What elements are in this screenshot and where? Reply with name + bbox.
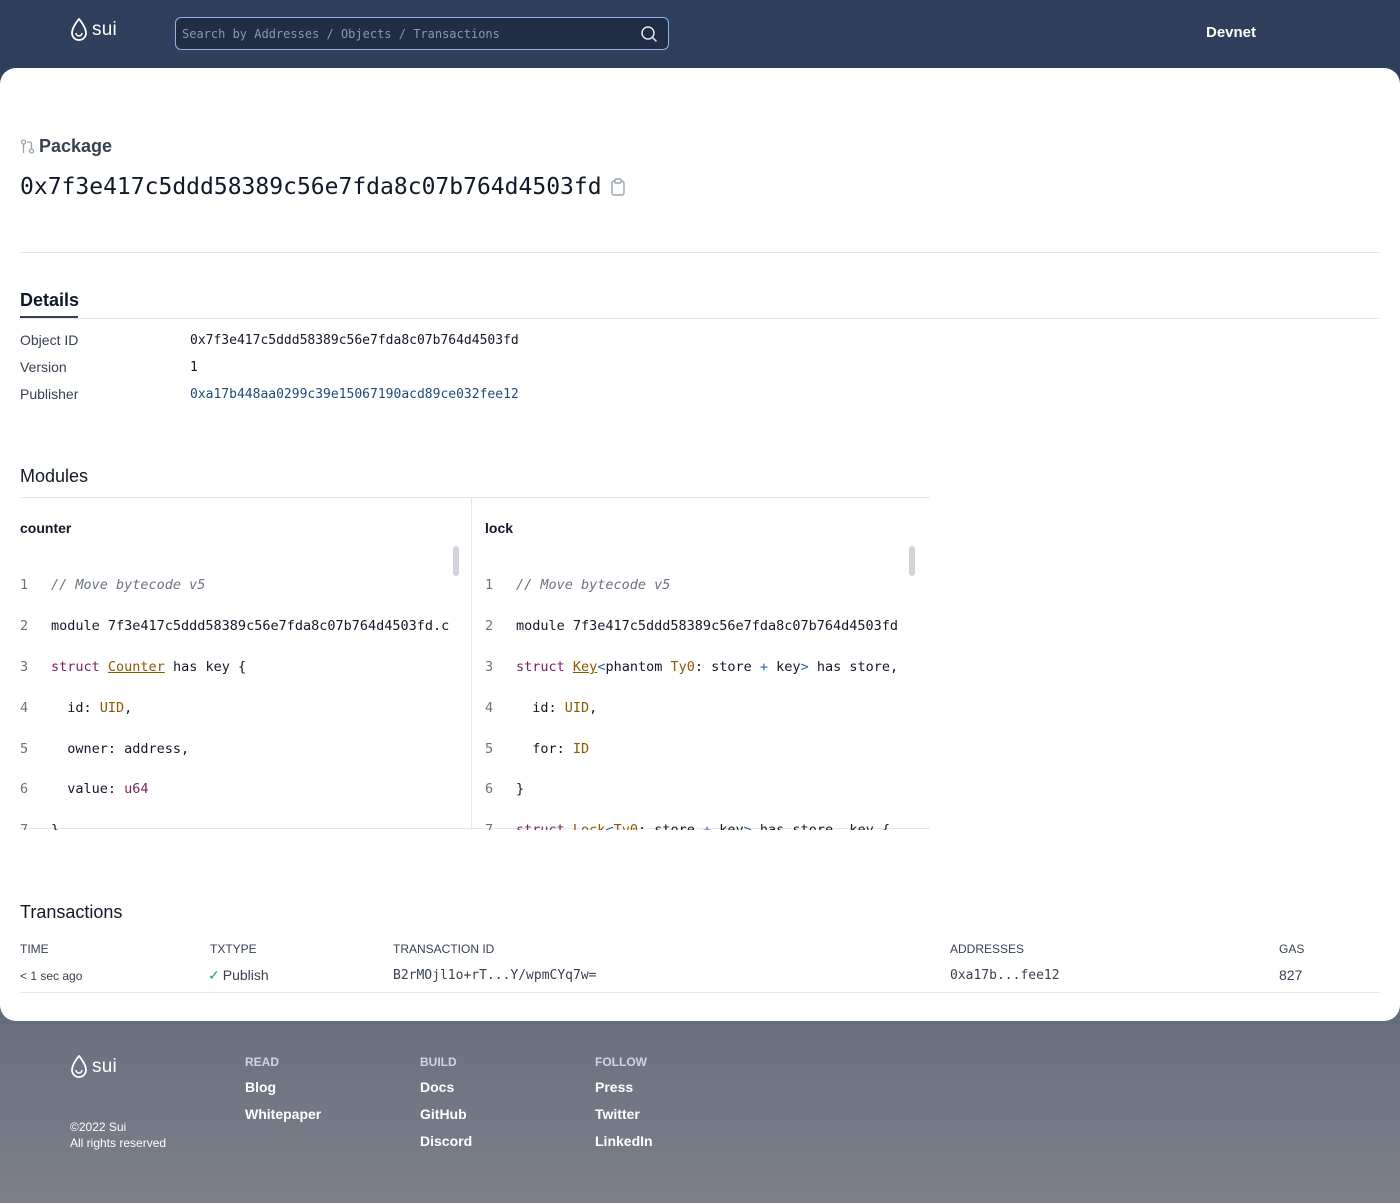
col-header-transaction-id: TRANSACTION ID (393, 942, 495, 956)
package-icon (20, 139, 35, 154)
package-type-text: Package (39, 136, 113, 156)
sui-drop-icon (71, 18, 87, 41)
tx-gas: 827 (1279, 967, 1303, 983)
footer-column-follow: FOLLOW Press Twitter LinkedIn (595, 1055, 653, 1160)
top-navbar: sui Devnet (0, 0, 1400, 68)
footer-link-twitter[interactable]: Twitter (595, 1106, 653, 1133)
module-bytecode[interactable]: 1// Move bytecode v5 2 module 7f3e417c5dd… (485, 555, 909, 830)
details-tab[interactable]: Details (20, 290, 79, 311)
header-divider (20, 252, 1380, 253)
package-id: 0x7f3e417c5ddd58389c56e7fda8c07b764d4503… (20, 174, 602, 200)
footer-sui-logo[interactable]: sui (70, 1055, 117, 1079)
col-header-time: TIME (20, 942, 49, 956)
col-header-txtype: TXTYPE (210, 942, 257, 956)
network-selector[interactable]: Devnet (1206, 24, 1256, 41)
footer-column-read: READ Blog Whitepaper (245, 1055, 321, 1133)
copyright: ©2022 Sui All rights reserved (70, 1119, 166, 1151)
tx-time: < 1 sec ago (20, 969, 83, 983)
sui-drop-icon (71, 1055, 87, 1078)
details-divider (20, 318, 1380, 319)
copyright-line: ©2022 Sui (70, 1120, 127, 1134)
detail-label-version: Version (20, 359, 67, 375)
modules-panel: counter 1// Move bytecode v5 2 module 7f3… (20, 497, 930, 830)
logo-text: sui (92, 1056, 117, 1077)
footer-column-head: BUILD (420, 1055, 457, 1069)
tx-type: ✓ Publish (208, 967, 269, 984)
detail-label-publisher: Publisher (20, 386, 79, 402)
tx-id-link[interactable]: B2rMOjl1o+rT...Y/wpmCYq7w= (393, 968, 597, 983)
module-bytecode[interactable]: 1// Move bytecode v5 2 module 7f3e417c5dd… (20, 555, 458, 830)
tx-address-link[interactable]: 0xa17b...fee12 (950, 968, 1060, 983)
table-row-divider (20, 992, 1380, 993)
footer-column-build: BUILD Docs GitHub Discord (420, 1055, 472, 1160)
search-input[interactable] (182, 26, 640, 41)
footer-link-github[interactable]: GitHub (420, 1106, 472, 1133)
detail-value-version: 1 (190, 360, 198, 375)
footer-column-head: FOLLOW (595, 1055, 647, 1069)
logo-text: sui (92, 19, 117, 40)
check-icon: ✓ (208, 967, 220, 983)
detail-label-object-id: Object ID (20, 332, 79, 348)
detail-value-object-id: 0x7f3e417c5ddd58389c56e7fda8c07b764d4503… (190, 333, 519, 348)
footer-link-docs[interactable]: Docs (420, 1079, 472, 1106)
search-bar[interactable] (175, 17, 669, 50)
detail-value-publisher-link[interactable]: 0xa17b448aa0299c39e15067190acd89ce032fee… (190, 387, 519, 402)
module-card-lock: lock 1// Move bytecode v5 2 module 7f3e41… (473, 498, 930, 830)
footer-link-press[interactable]: Press (595, 1079, 653, 1106)
code-scrollbar[interactable] (909, 546, 915, 576)
module-name: lock (485, 520, 514, 536)
package-id-heading: 0x7f3e417c5ddd58389c56e7fda8c07b764d4503… (20, 174, 626, 200)
footer-link-discord[interactable]: Discord (420, 1133, 472, 1160)
search-icon[interactable] (640, 25, 658, 43)
footer-column-head: READ (245, 1055, 280, 1069)
footer-link-blog[interactable]: Blog (245, 1079, 321, 1106)
main-content: Package 0x7f3e417c5ddd58389c56e7fda8c07b… (0, 68, 1400, 1021)
transactions-title: Transactions (20, 902, 123, 922)
footer-link-linkedin[interactable]: LinkedIn (595, 1133, 653, 1160)
module-card-counter: counter 1// Move bytecode v5 2 module 7f3… (20, 498, 472, 830)
sui-logo[interactable]: sui (70, 18, 117, 42)
footer-link-whitepaper[interactable]: Whitepaper (245, 1106, 321, 1133)
modules-title: Modules (20, 466, 89, 486)
object-type-label: Package (20, 136, 112, 157)
copy-clipboard-icon[interactable] (610, 178, 626, 196)
module-name: counter (20, 520, 72, 536)
rights-line: All rights reserved (70, 1136, 167, 1150)
col-header-gas: GAS (1279, 942, 1305, 956)
tx-type-text: Publish (222, 967, 269, 983)
col-header-addresses: ADDRESSES (950, 942, 1025, 956)
